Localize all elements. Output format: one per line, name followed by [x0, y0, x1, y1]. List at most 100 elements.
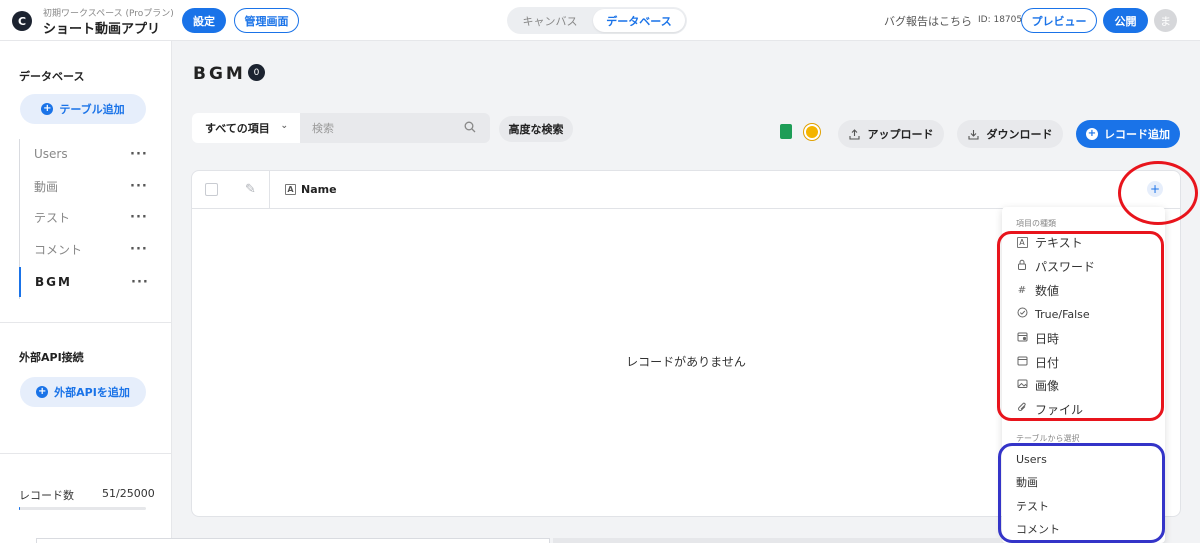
record-usage-bar	[19, 507, 146, 510]
field-filter-select[interactable]: すべての項目 ⌄	[192, 113, 300, 143]
sidebar-item-test[interactable]: テスト ···	[20, 204, 154, 230]
avatar[interactable]: ま	[1154, 9, 1177, 32]
datetime-icon	[1016, 331, 1028, 345]
menu-item-file[interactable]: ファイル	[1016, 399, 1156, 419]
menu-item-label: 日付	[1035, 355, 1060, 370]
field-types-heading: 項目の種類	[1016, 219, 1056, 228]
menu-item-label: ファイル	[1035, 402, 1084, 417]
menu-item-number[interactable]: # 数値	[1016, 280, 1156, 300]
table-label: Users	[34, 147, 68, 161]
add-table-button[interactable]: + テーブル追加	[20, 94, 146, 124]
sidebar-item-videos[interactable]: 動画 ···	[20, 173, 154, 199]
menu-item-label: 動画	[1016, 476, 1038, 489]
divider	[0, 453, 171, 454]
menu-item-label: 数値	[1035, 283, 1060, 298]
text-icon: A	[1016, 236, 1028, 248]
filter-label: すべての項目	[205, 122, 270, 135]
download-label: ダウンロード	[986, 128, 1053, 141]
menu-item-table-videos[interactable]: 動画	[1016, 472, 1156, 492]
database-heading: データベース	[19, 70, 85, 83]
sidebar-item-users[interactable]: Users ···	[20, 141, 154, 167]
plus-icon: +	[1086, 128, 1098, 140]
top-bar: C 初期ワークスペース (Proプラン) ショート動画アプリ 設定 管理画面 キ…	[0, 0, 1200, 41]
table-label: テスト	[34, 210, 71, 225]
menu-item-boolean[interactable]: True/False	[1016, 304, 1156, 324]
menu-item-label: テスト	[1016, 500, 1049, 513]
menu-item-text[interactable]: A テキスト	[1016, 232, 1156, 252]
add-column-button[interactable]: +	[1147, 181, 1163, 197]
search-icon[interactable]	[464, 121, 476, 133]
admin-button[interactable]: 管理画面	[234, 8, 299, 33]
plus-icon: +	[36, 386, 49, 398]
record-count-label: レコード数	[19, 489, 74, 502]
menu-item-datetime[interactable]: 日時	[1016, 328, 1156, 348]
table-list: Users ··· 動画 ··· テスト ··· コメント ··· BGM ··…	[19, 139, 153, 299]
menu-item-label: 日時	[1035, 331, 1060, 346]
upload-icon	[848, 128, 860, 140]
more-icon[interactable]: ···	[131, 275, 149, 290]
download-button[interactable]: ダウンロード	[957, 120, 1063, 148]
record-count-badge: 0	[248, 64, 265, 81]
menu-item-table-test[interactable]: テスト	[1016, 496, 1156, 516]
menu-item-label: 画像	[1035, 378, 1060, 393]
horizontal-scrollbar[interactable]	[553, 538, 1000, 543]
advanced-search-button[interactable]: 高度な検索	[499, 116, 573, 142]
image-icon	[1016, 378, 1028, 392]
bug-report-link[interactable]: バグ報告はこちら	[884, 13, 972, 29]
add-external-api-button[interactable]: + 外部APIを追加	[20, 377, 146, 407]
menu-item-table-users[interactable]: Users	[1016, 449, 1156, 469]
text-type-icon: A	[285, 184, 296, 195]
record-count-value: 51/25000	[102, 487, 155, 500]
select-all-checkbox[interactable]	[205, 183, 218, 196]
paperclip-icon	[1016, 402, 1028, 416]
menu-item-image[interactable]: 画像	[1016, 375, 1156, 395]
page-title: BGM	[193, 64, 246, 84]
menu-item-password[interactable]: パスワード	[1016, 256, 1156, 276]
app-name[interactable]: ショート動画アプリ	[43, 18, 160, 37]
hash-icon: #	[1017, 284, 1027, 296]
view-switcher: キャンバス データベース	[507, 7, 687, 34]
add-api-label: 外部APIを追加	[54, 386, 130, 399]
column-label: Name	[301, 183, 337, 196]
menu-item-table-comments[interactable]: コメント	[1016, 519, 1156, 539]
search-input[interactable]	[300, 113, 490, 143]
menu-item-label: コメント	[1016, 523, 1060, 536]
publish-button[interactable]: 公開	[1103, 8, 1148, 33]
table-label: BGM	[35, 275, 72, 289]
add-record-label: レコード追加	[1104, 128, 1170, 141]
table-label: 動画	[34, 179, 59, 194]
add-column-menu: 項目の種類 A テキスト パスワード # 数値 True/False 日時 日付	[1002, 207, 1165, 543]
pencil-icon[interactable]: ✎	[245, 182, 256, 197]
menu-item-label: パスワード	[1035, 259, 1096, 274]
column-header-name[interactable]: A Name	[285, 183, 337, 196]
tab-canvas[interactable]: キャンバス	[509, 9, 591, 32]
more-icon[interactable]: ···	[130, 147, 148, 162]
more-icon[interactable]: ···	[130, 242, 148, 257]
column-divider	[269, 171, 270, 209]
settings-button[interactable]: 設定	[182, 8, 226, 33]
menu-item-label: テキスト	[1035, 235, 1083, 250]
more-icon[interactable]: ···	[130, 179, 148, 194]
menu-item-label: True/False	[1035, 307, 1090, 321]
tab-database[interactable]: データベース	[593, 9, 685, 32]
add-record-button[interactable]: + レコード追加	[1076, 120, 1180, 148]
external-api-heading: 外部API接続	[19, 351, 84, 364]
preview-button[interactable]: プレビュー	[1021, 8, 1097, 33]
menu-item-label: Users	[1016, 452, 1047, 466]
upload-button[interactable]: アップロード	[838, 120, 944, 148]
table-header: ✎ A Name +	[192, 171, 1180, 209]
download-icon	[967, 129, 979, 140]
app-logo-icon[interactable]: C	[12, 11, 32, 31]
project-id: ID: 18705	[978, 15, 1023, 25]
sidebar-item-comments[interactable]: コメント ···	[20, 236, 154, 262]
menu-item-date[interactable]: 日付	[1016, 352, 1156, 372]
integration-icon[interactable]	[804, 124, 820, 140]
sidebar-item-bgm[interactable]: BGM ···	[19, 267, 153, 297]
upload-label: アップロード	[867, 128, 934, 141]
chevron-down-icon: ⌄	[280, 121, 288, 131]
record-usage-fill	[19, 507, 21, 510]
divider	[0, 322, 171, 323]
google-sheets-icon[interactable]	[780, 124, 792, 139]
more-icon[interactable]: ···	[130, 210, 148, 225]
table-label: コメント	[34, 242, 83, 257]
